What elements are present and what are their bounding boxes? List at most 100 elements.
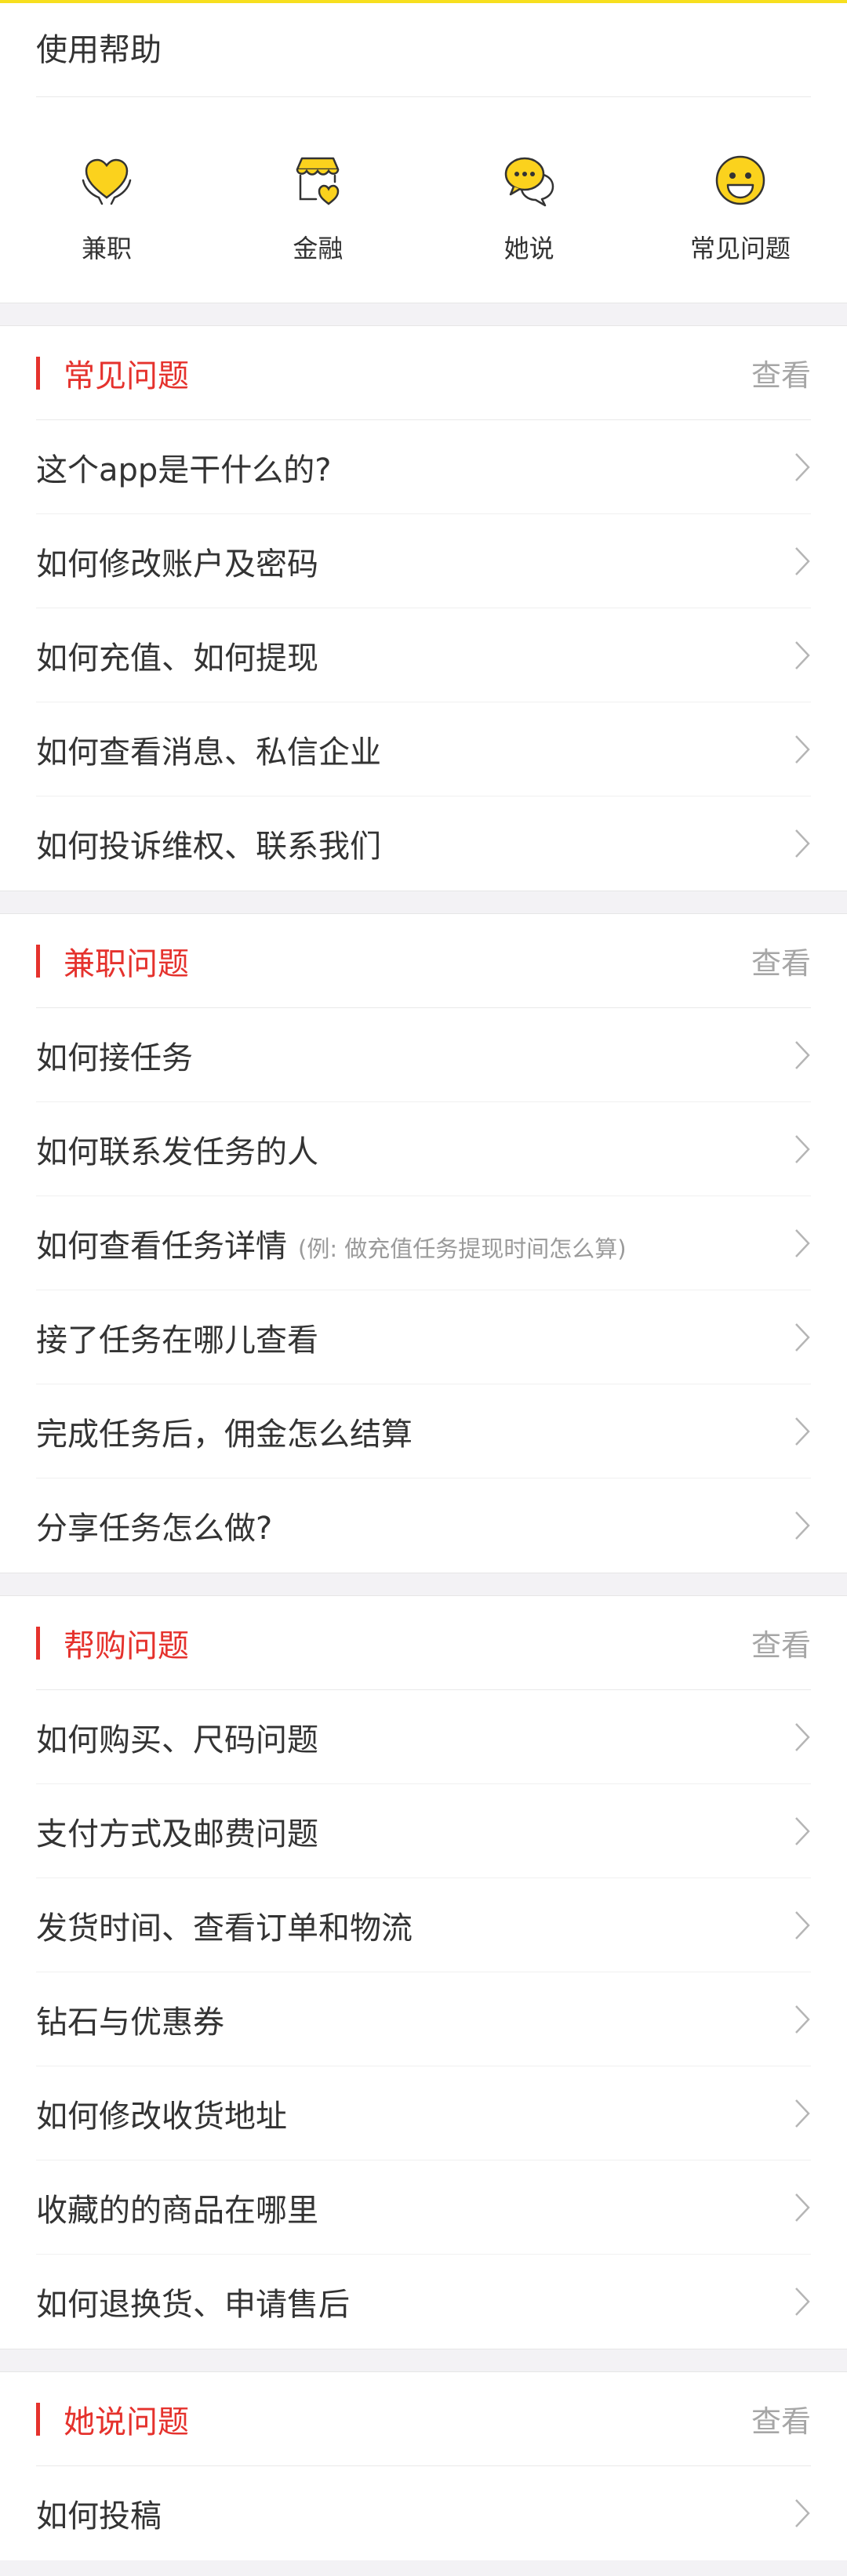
section-title-text: 常见问题 xyxy=(64,357,189,394)
question-row[interactable]: 支付方式及邮费问题 xyxy=(36,1784,811,1878)
chat-bubbles-icon xyxy=(501,152,558,209)
quick-link-label: 她说 xyxy=(503,234,554,263)
chevron-right-icon xyxy=(794,452,811,483)
shop-heart-icon xyxy=(289,152,346,209)
section-title-text: 兼职问题 xyxy=(64,945,189,982)
question-text: 这个app是干什么的? xyxy=(36,452,332,488)
help-header: 使用帮助 兼职 金融 她说 常见问题 xyxy=(0,3,847,303)
section-divider xyxy=(0,2349,847,2372)
chevron-right-icon xyxy=(794,1416,811,1447)
section-divider xyxy=(0,1573,847,1596)
question-text: 如何修改账户及密码 xyxy=(36,546,318,582)
view-all-link[interactable]: 查看 xyxy=(751,2397,811,2440)
chevron-right-icon xyxy=(794,1816,811,1847)
question-text: 支付方式及邮费问题 xyxy=(36,1816,318,1852)
chevron-right-icon xyxy=(794,2498,811,2529)
question-row[interactable]: 如何查看任务详情 (例: 做充值任务提现时间怎么算) xyxy=(36,1196,811,1290)
question-row[interactable]: 如何修改收货地址 xyxy=(36,2066,811,2161)
section-part-time-questions: 兼职问题 查看 如何接任务 如何联系发任务的人 如何查看任务详情 (例: 做充值… xyxy=(0,914,847,1573)
question-row[interactable]: 如何投稿 xyxy=(36,2466,811,2560)
question-row[interactable]: 如何修改账户及密码 xyxy=(36,514,811,608)
question-text: 发货时间、查看订单和物流 xyxy=(36,1910,413,1947)
heart-hands-icon xyxy=(78,152,135,209)
page-title: 使用帮助 xyxy=(36,3,811,97)
chevron-right-icon xyxy=(794,2098,811,2129)
question-row[interactable]: 如何接任务 xyxy=(36,1008,811,1102)
section-title: 帮购问题 xyxy=(36,1620,189,1666)
smiley-icon xyxy=(712,152,769,209)
question-row[interactable]: 钻石与优惠券 xyxy=(36,1972,811,2066)
section-she-says-questions: 她说问题 查看 如何投稿 xyxy=(0,2372,847,2560)
question-text: 如何接任务 xyxy=(36,1039,193,1076)
section-header: 常见问题 查看 xyxy=(36,326,811,420)
chevron-right-icon xyxy=(794,1322,811,1353)
question-text: 如何充值、如何提现 xyxy=(36,640,318,677)
question-text: 如何购买、尺码问题 xyxy=(36,1722,318,1758)
question-text: 如何查看消息、私信企业 xyxy=(36,734,381,771)
quick-links: 兼职 金融 她说 常见问题 xyxy=(36,97,811,303)
question-text: 收藏的的商品在哪里 xyxy=(36,2192,318,2229)
section-header: 她说问题 查看 xyxy=(36,2372,811,2466)
quick-link-part-time[interactable]: 兼职 xyxy=(36,152,177,265)
question-text: 钻石与优惠券 xyxy=(36,2004,224,2041)
question-text: 分享任务怎么做? xyxy=(36,1511,273,1547)
section-common-questions: 常见问题 查看 这个app是干什么的? 如何修改账户及密码 如何充值、如何提现 … xyxy=(0,326,847,891)
question-row[interactable]: 如何查看消息、私信企业 xyxy=(36,702,811,796)
chevron-right-icon xyxy=(794,1039,811,1071)
section-accent-bar xyxy=(36,356,40,390)
chevron-right-icon xyxy=(794,640,811,671)
section-accent-bar xyxy=(36,1626,40,1660)
section-accent-bar xyxy=(36,944,40,978)
chevron-right-icon xyxy=(794,1134,811,1165)
question-text: 如何退换货、申请售后 xyxy=(36,2287,350,2323)
question-row[interactable]: 如何退换货、申请售后 xyxy=(36,2255,811,2349)
question-note: (例: 做充值任务提现时间怎么算) xyxy=(298,1235,627,1262)
section-header: 兼职问题 查看 xyxy=(36,914,811,1008)
quick-link-label: 金融 xyxy=(293,234,344,263)
question-row[interactable]: 如何联系发任务的人 xyxy=(36,1102,811,1196)
section-title: 兼职问题 xyxy=(36,938,189,984)
section-title-text: 帮购问题 xyxy=(64,1627,189,1664)
question-text: 如何修改收货地址 xyxy=(36,2098,287,2135)
chevron-right-icon xyxy=(794,1722,811,1753)
chevron-right-icon xyxy=(794,2286,811,2317)
view-all-link[interactable]: 查看 xyxy=(751,939,811,982)
chevron-right-icon xyxy=(794,2004,811,2035)
section-shopping-questions: 帮购问题 查看 如何购买、尺码问题 支付方式及邮费问题 发货时间、查看订单和物流… xyxy=(0,1596,847,2349)
chevron-right-icon xyxy=(794,2192,811,2223)
section-divider xyxy=(0,303,847,326)
chevron-right-icon xyxy=(794,1910,811,1941)
question-text: 如何投稿 xyxy=(36,2498,162,2534)
section-header: 帮购问题 查看 xyxy=(36,1596,811,1690)
section-accent-bar xyxy=(36,2402,40,2436)
question-row[interactable]: 发货时间、查看订单和物流 xyxy=(36,1878,811,1972)
question-row[interactable]: 收藏的的商品在哪里 xyxy=(36,2161,811,2255)
chevron-right-icon xyxy=(794,828,811,859)
chevron-right-icon xyxy=(794,1510,811,1541)
question-text-group: 如何查看任务详情 (例: 做充值任务提现时间怎么算) xyxy=(36,1221,627,1266)
view-all-link[interactable]: 查看 xyxy=(751,1621,811,1664)
question-text: 完成任务后，佣金怎么结算 xyxy=(36,1416,413,1453)
question-text: 如何联系发任务的人 xyxy=(36,1134,318,1170)
chevron-right-icon xyxy=(794,1228,811,1259)
question-row[interactable]: 如何购买、尺码问题 xyxy=(36,1690,811,1784)
quick-link-finance[interactable]: 金融 xyxy=(247,152,388,265)
chevron-right-icon xyxy=(794,734,811,765)
section-divider xyxy=(0,891,847,914)
question-row[interactable]: 分享任务怎么做? xyxy=(36,1478,811,1573)
quick-link-faq[interactable]: 常见问题 xyxy=(670,152,811,265)
question-row[interactable]: 如何充值、如何提现 xyxy=(36,608,811,702)
question-text: 接了任务在哪儿查看 xyxy=(36,1322,318,1359)
view-all-link[interactable]: 查看 xyxy=(751,351,811,394)
quick-link-label: 常见问题 xyxy=(689,234,791,263)
question-row[interactable]: 这个app是干什么的? xyxy=(36,420,811,514)
question-row[interactable]: 如何投诉维权、联系我们 xyxy=(36,796,811,891)
question-text: 如何查看任务详情 xyxy=(36,1228,287,1264)
question-text: 如何投诉维权、联系我们 xyxy=(36,829,381,865)
quick-link-she-says[interactable]: 她说 xyxy=(459,152,600,265)
question-row[interactable]: 接了任务在哪儿查看 xyxy=(36,1290,811,1384)
quick-link-label: 兼职 xyxy=(81,234,132,263)
chevron-right-icon xyxy=(794,546,811,577)
section-title: 常见问题 xyxy=(36,350,189,396)
question-row[interactable]: 完成任务后，佣金怎么结算 xyxy=(36,1384,811,1478)
